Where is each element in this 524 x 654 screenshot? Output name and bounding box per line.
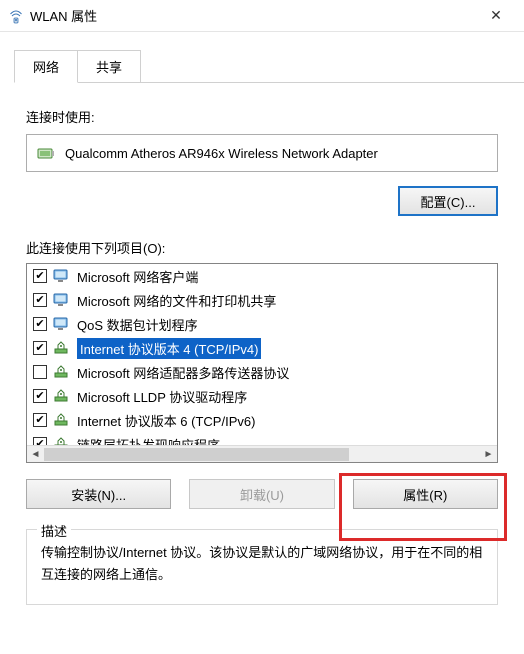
tabstrip: 网络 共享 [14,50,524,83]
scroll-track[interactable] [44,446,480,463]
adapter-icon [37,145,55,161]
net-icon [53,436,71,445]
items-label: 此连接使用下列项目(O): [26,238,498,257]
scroll-right-icon[interactable]: ► [480,446,497,463]
components-listbox[interactable]: ✔ Microsoft 网络客户端 ✔ Microsoft 网络的文件和打印机共享 ✔ Q… [26,263,498,463]
uninstall-button[interactable]: 卸载(U) [189,479,334,509]
window-title: WLAN 属性 [30,6,476,25]
net-icon [53,340,71,356]
scroll-left-icon[interactable]: ◄ [27,446,44,463]
list-item[interactable]: ✔ Internet 协议版本 4 (TCP/IPv4) [27,336,497,360]
configure-button[interactable]: 配置(C)... [398,186,498,216]
monitor-icon [53,268,71,284]
list-item-label: Microsoft 网络客户端 [77,267,198,286]
checkbox[interactable]: ✔ [33,413,47,427]
checkbox[interactable]: ✔ [33,317,47,331]
properties-button[interactable]: 属性(R) [353,479,498,509]
close-button[interactable]: ✕ [476,1,516,31]
connect-using-label: 连接时使用: [26,107,498,126]
list-item-label: Internet 协议版本 6 (TCP/IPv6) [77,411,255,430]
list-item[interactable]: ✔ QoS 数据包计划程序 [27,312,497,336]
checkbox[interactable] [33,365,47,379]
monitor-q-icon [53,316,71,332]
list-item-label: Internet 协议版本 4 (TCP/IPv4) [77,338,261,359]
list-item-label: Microsoft 网络适配器多路传送器协议 [77,363,289,382]
description-text: 传输控制协议/Internet 协议。该协议是默认的广域网络协议，用于在不同的相… [41,542,483,586]
list-item-label: 链路层拓扑发现响应程序 [77,435,220,446]
list-item[interactable]: Microsoft 网络适配器多路传送器协议 [27,360,497,384]
titlebar: WLAN 属性 ✕ [0,0,524,32]
description-legend: 描述 [37,521,71,540]
checkbox[interactable]: ✔ [33,269,47,283]
list-item[interactable]: ✔ Microsoft LLDP 协议驱动程序 [27,384,497,408]
net-icon [53,388,71,404]
install-button[interactable]: 安装(N)... [26,479,171,509]
net-icon [53,364,71,380]
adapter-box[interactable]: Qualcomm Atheros AR946x Wireless Network… [26,134,498,172]
tab-network[interactable]: 网络 [14,50,78,83]
checkbox[interactable]: ✔ [33,341,47,355]
adapter-name: Qualcomm Atheros AR946x Wireless Network… [65,146,378,161]
scroll-thumb[interactable] [44,448,349,461]
list-item-label: QoS 数据包计划程序 [77,315,198,334]
checkbox[interactable]: ✔ [33,293,47,307]
checkbox[interactable]: ✔ [33,437,47,445]
list-item-label: Microsoft 网络的文件和打印机共享 [77,291,276,310]
wlan-icon [8,8,24,24]
list-item[interactable]: ✔ Microsoft 网络客户端 [27,264,497,288]
list-item[interactable]: ✔ Microsoft 网络的文件和打印机共享 [27,288,497,312]
monitor-icon [53,292,71,308]
list-item[interactable]: ✔ Internet 协议版本 6 (TCP/IPv6) [27,408,497,432]
list-item[interactable]: ✔ 链路层拓扑发现响应程序 [27,432,497,445]
tab-sharing[interactable]: 共享 [77,50,141,83]
description-group: 描述 传输控制协议/Internet 协议。该协议是默认的广域网络协议，用于在不… [26,529,498,605]
list-item-label: Microsoft LLDP 协议驱动程序 [77,387,247,406]
checkbox[interactable]: ✔ [33,389,47,403]
net-icon [53,412,71,428]
horizontal-scrollbar[interactable]: ◄ ► [27,445,497,462]
